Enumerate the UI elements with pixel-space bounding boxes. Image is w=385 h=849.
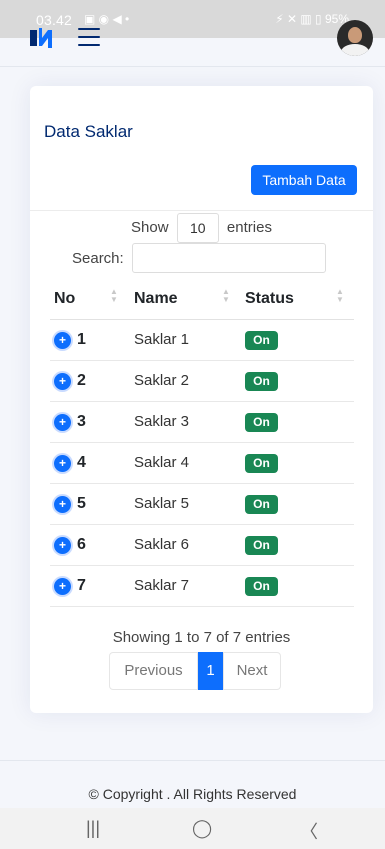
page-1-button[interactable]: 1 xyxy=(198,652,223,690)
status-badge: On xyxy=(245,372,278,391)
table-row: + 1 Saklar 1 On xyxy=(50,320,354,361)
previous-page-button[interactable]: Previous xyxy=(109,652,198,690)
expand-plus-icon[interactable]: + xyxy=(54,496,71,513)
table-header: No ▲ ▼ Name ▲ ▼ Status ▲ ▼ xyxy=(50,278,354,320)
back-icon[interactable]: 〈 xyxy=(300,818,318,844)
next-page-button[interactable]: Next xyxy=(223,652,281,690)
row-name: Saklar 6 xyxy=(134,536,190,553)
column-header-no[interactable]: No xyxy=(54,290,75,308)
top-bar: 03.42 ▣ ◉ ◀ • ⚡ ✕ ▥ ▯ 95% xyxy=(0,0,385,66)
recent-apps-icon[interactable]: ||| xyxy=(86,818,100,839)
expand-plus-icon[interactable]: + xyxy=(54,537,71,554)
expand-plus-icon[interactable]: + xyxy=(54,373,71,390)
table-row: + 6 Saklar 6 On xyxy=(50,525,354,566)
status-icons-right: ⚡ ✕ ▥ ▯ 95% xyxy=(275,12,349,26)
card-divider xyxy=(30,210,373,211)
status-badge: On xyxy=(245,536,278,555)
status-badge: On xyxy=(245,413,278,432)
search-input[interactable] xyxy=(131,243,326,273)
status-badge: On xyxy=(245,454,278,473)
row-name: Saklar 7 xyxy=(134,577,190,594)
card-title: Data Saklar xyxy=(44,122,133,141)
row-name: Saklar 1 xyxy=(134,331,190,348)
entries-select[interactable]: 10 xyxy=(176,213,219,243)
status-bar: 03.42 ▣ ◉ ◀ • ⚡ ✕ ▥ ▯ 95% xyxy=(0,0,385,38)
column-header-name[interactable]: Name xyxy=(134,290,178,308)
table-row: + 4 Saklar 4 On xyxy=(50,443,354,484)
expand-plus-icon[interactable]: + xyxy=(54,414,71,431)
row-name: Saklar 2 xyxy=(134,372,190,389)
expand-plus-icon[interactable]: + xyxy=(54,332,71,349)
entries-label: entries xyxy=(226,218,272,236)
row-name: Saklar 3 xyxy=(134,413,190,430)
status-icons-left: ▣ ◉ ◀ • xyxy=(84,12,130,26)
footer-copyright: © Copyright . All Rights Reserved xyxy=(88,786,297,802)
user-avatar[interactable] xyxy=(337,20,373,56)
table-row: + 5 Saklar 5 On xyxy=(50,484,354,525)
sort-icon[interactable]: ▲ ▼ xyxy=(222,288,230,304)
expand-plus-icon[interactable]: + xyxy=(54,578,71,595)
table-info: Showing 1 to 7 of 7 entries xyxy=(112,629,291,646)
entries-control: Show 10 entries xyxy=(30,213,373,243)
row-number: 1 xyxy=(77,331,86,348)
data-card: Data Saklar Tambah Data Show 10 entries … xyxy=(30,86,373,713)
sort-icon[interactable]: ▲ ▼ xyxy=(336,288,344,304)
status-badge: On xyxy=(245,495,278,514)
column-header-status[interactable]: Status xyxy=(245,290,294,308)
row-name: Saklar 4 xyxy=(134,454,190,471)
android-nav-bar: ||| ◯ 〈 xyxy=(0,808,385,849)
footer-divider xyxy=(0,760,385,761)
row-number: 4 xyxy=(77,454,86,471)
hamburger-icon[interactable] xyxy=(78,28,100,46)
row-number: 2 xyxy=(77,372,86,389)
sort-icon[interactable]: ▲ ▼ xyxy=(110,288,118,304)
header-divider xyxy=(0,66,385,67)
add-data-button[interactable]: Tambah Data xyxy=(251,165,357,195)
logo-icon[interactable] xyxy=(28,26,54,50)
table-row: + 3 Saklar 3 On xyxy=(50,402,354,443)
row-name: Saklar 5 xyxy=(134,495,190,512)
home-icon[interactable]: ◯ xyxy=(192,818,212,839)
row-number: 5 xyxy=(77,495,86,512)
row-number: 7 xyxy=(77,577,86,594)
status-badge: On xyxy=(245,331,278,350)
saklar-table: No ▲ ▼ Name ▲ ▼ Status ▲ ▼ + 1 Saklar 1 On … xyxy=(50,278,354,607)
table-row: + 7 Saklar 7 On xyxy=(50,566,354,607)
expand-plus-icon[interactable]: + xyxy=(54,455,71,472)
pagination: Previous 1 Next xyxy=(109,652,281,690)
show-label: Show xyxy=(131,218,169,236)
row-number: 3 xyxy=(77,413,86,430)
search-control: Search: xyxy=(72,243,326,273)
row-number: 6 xyxy=(77,536,86,553)
table-row: + 2 Saklar 2 On xyxy=(50,361,354,402)
status-badge: On xyxy=(245,577,278,596)
search-label: Search: xyxy=(72,249,124,267)
